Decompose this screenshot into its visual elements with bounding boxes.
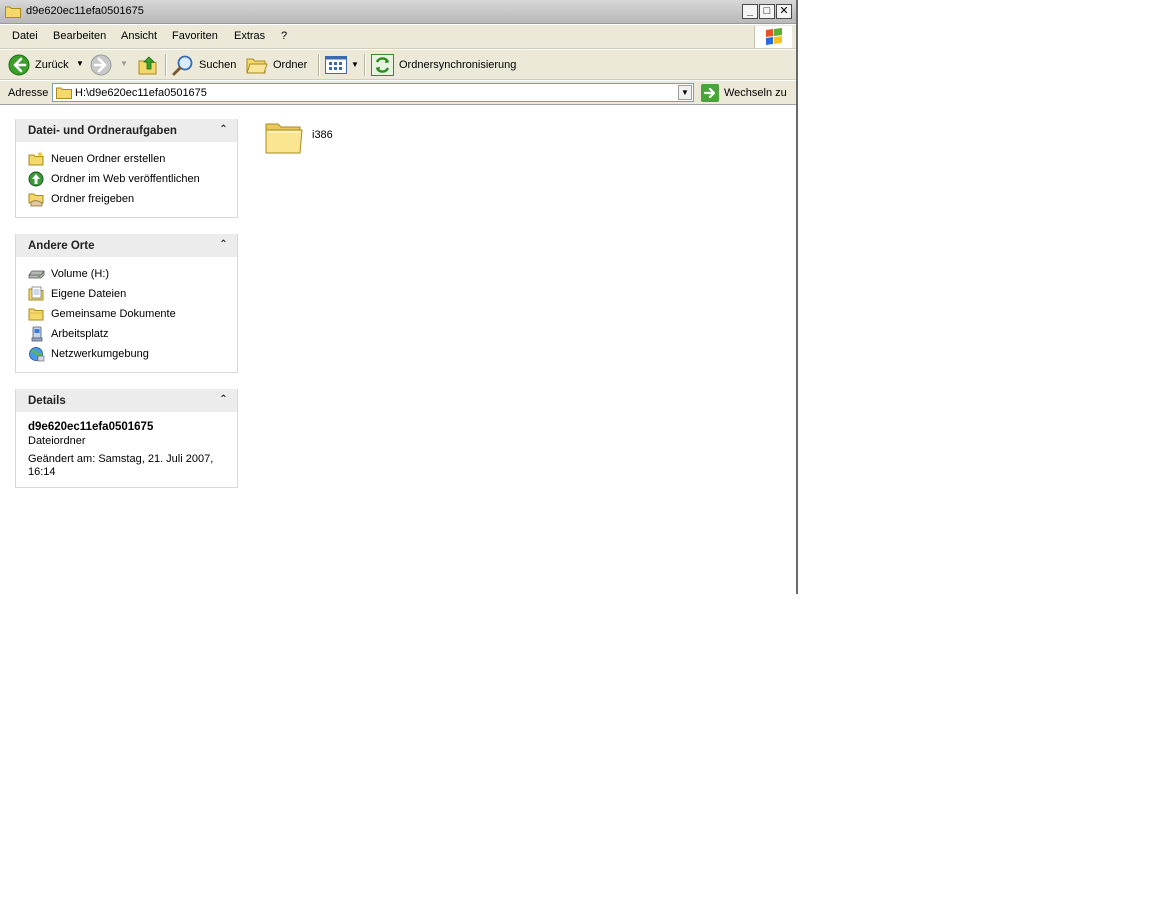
file-name: i386 <box>312 129 333 141</box>
folder-icon <box>265 123 303 154</box>
go-button[interactable]: Wechseln zu <box>701 83 791 103</box>
task-label: Ordner im Web veröffentlichen <box>51 173 200 185</box>
panel-title: Andere Orte <box>28 240 95 252</box>
place-label: Gemeinsame Dokumente <box>51 308 176 320</box>
folder-icon <box>56 87 72 99</box>
menu-extras[interactable]: Extras <box>234 30 265 42</box>
search-label: Suchen <box>199 59 237 71</box>
maximize-button[interactable]: □ <box>759 4 775 19</box>
details-name: d9e620ec11efa0501675 <box>28 421 154 433</box>
forward-arrow-icon <box>90 54 112 76</box>
search-icon <box>172 55 193 76</box>
views-icon <box>325 56 347 74</box>
up-folder-icon <box>138 56 157 75</box>
address-input[interactable]: H:\d9e620ec11efa0501675 ▼ <box>52 83 694 102</box>
content-area: Datei- und Ordneraufgaben ⌃ Neuen Ordner… <box>2 106 794 594</box>
details-modified-time: 16:14 <box>28 466 56 478</box>
folder-icon <box>5 6 21 18</box>
windows-logo-icon <box>754 26 792 48</box>
forward-dropdown-icon[interactable]: ▼ <box>120 59 128 68</box>
panel-header[interactable]: Datei- und Ordneraufgaben ⌃ <box>16 119 237 142</box>
address-bar: Adresse H:\d9e620ec11efa0501675 ▼ Wechse… <box>0 81 796 105</box>
panel-header[interactable]: Andere Orte ⌃ <box>16 234 237 257</box>
back-label: Zurück <box>35 59 69 71</box>
toolbar-separator <box>318 54 320 76</box>
menu-bar: Datei Bearbeiten Ansicht Favoriten Extra… <box>0 25 796 49</box>
folders-icon <box>246 58 268 74</box>
place-label: Volume (H:) <box>51 268 110 280</box>
back-arrow-icon <box>8 54 30 76</box>
details-type: Dateiordner <box>28 435 86 447</box>
menu-help[interactable]: ? <box>281 30 287 42</box>
task-label: Ordner freigeben <box>51 193 135 205</box>
toolbar: Zurück ▼ ▼ Suchen Ordner ▼ Ordnersynchro… <box>0 50 796 80</box>
collapse-chevron-icon[interactable]: ⌃ <box>217 239 230 252</box>
forward-button[interactable]: ▼ <box>90 54 130 76</box>
place-label: Eigene Dateien <box>51 288 127 300</box>
address-label: Adresse <box>8 87 49 99</box>
my-documents-icon <box>28 286 44 301</box>
task-label: Neuen Ordner erstellen <box>51 153 166 165</box>
drive-icon <box>28 270 45 279</box>
sync-label: Ordnersynchronisierung <box>399 59 517 71</box>
file-item[interactable]: i386 <box>264 118 364 160</box>
views-button[interactable]: ▼ <box>325 54 359 76</box>
menu-bearbeiten[interactable]: Bearbeiten <box>53 30 106 42</box>
toolbar-separator <box>364 54 366 76</box>
place-label: Netzwerkumgebung <box>51 348 149 360</box>
panel-title: Details <box>28 395 66 407</box>
collapse-chevron-icon[interactable]: ⌃ <box>217 394 230 407</box>
menu-ansicht[interactable]: Ansicht <box>121 30 157 42</box>
folder-sync-button[interactable]: Ordnersynchronisierung <box>371 54 521 76</box>
go-arrow-icon <box>701 84 719 102</box>
other-places-panel: Andere Orte ⌃ Volume (H:) Eigene Dateien <box>15 234 238 373</box>
file-folder-tasks-panel: Datei- und Ordneraufgaben ⌃ Neuen Ordner… <box>15 119 238 218</box>
new-folder-icon <box>28 151 44 166</box>
details-panel: Details ⌃ d9e620ec11efa0501675 Dateiordn… <box>15 389 238 488</box>
explorer-window: d9e620ec11efa0501675 _ □ ✕ Datei Bearbei… <box>0 0 798 594</box>
window-title: d9e620ec11efa0501675 <box>26 5 144 17</box>
back-button[interactable]: Zurück ▼ <box>6 54 86 76</box>
go-label: Wechseln zu <box>724 87 787 99</box>
close-button[interactable]: ✕ <box>776 4 792 19</box>
address-dropdown-icon[interactable]: ▼ <box>678 85 692 100</box>
place-label: Arbeitsplatz <box>51 328 109 340</box>
up-folder-button[interactable] <box>137 54 161 76</box>
search-button[interactable]: Suchen <box>172 54 238 76</box>
details-modified: Geändert am: Samstag, 21. Juli 2007, <box>28 453 214 465</box>
menu-favoriten[interactable]: Favoriten <box>172 30 218 42</box>
publish-web-icon <box>28 171 44 187</box>
panel-header[interactable]: Details ⌃ <box>16 389 237 412</box>
views-dropdown-icon[interactable]: ▼ <box>351 60 359 69</box>
folders-button[interactable]: Ordner <box>246 54 312 76</box>
back-dropdown-icon[interactable]: ▼ <box>76 59 84 68</box>
minimize-button[interactable]: _ <box>742 4 758 19</box>
address-value: H:\d9e620ec11efa0501675 <box>75 87 207 99</box>
panel-title: Datei- und Ordneraufgaben <box>28 125 177 137</box>
toolbar-separator <box>165 54 167 76</box>
title-bar[interactable]: d9e620ec11efa0501675 _ □ ✕ <box>0 0 796 24</box>
share-folder-icon <box>28 193 44 207</box>
sync-icon <box>371 54 394 76</box>
network-icon <box>29 347 45 362</box>
menu-datei[interactable]: Datei <box>12 30 38 42</box>
shared-documents-icon <box>28 308 44 321</box>
collapse-chevron-icon[interactable]: ⌃ <box>217 124 230 137</box>
my-computer-icon <box>31 326 43 342</box>
folders-label: Ordner <box>273 59 308 71</box>
